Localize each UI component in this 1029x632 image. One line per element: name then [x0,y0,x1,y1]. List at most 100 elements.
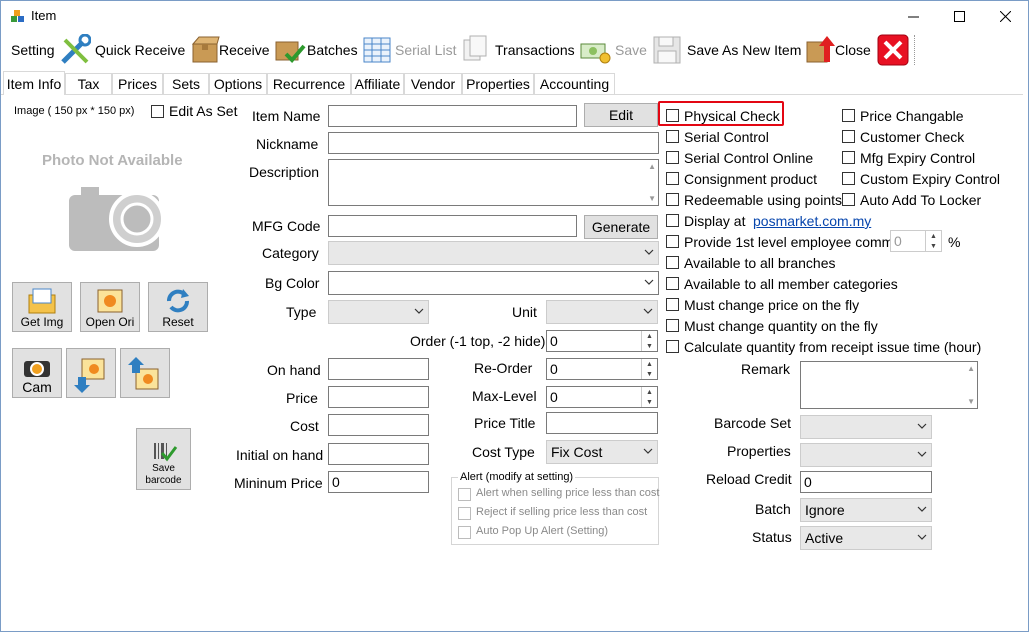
tab-vendor[interactable]: Vendor [404,73,462,94]
provide-commission-checkbox[interactable] [666,235,679,248]
barcode-set-select[interactable] [800,415,932,439]
scroll-down-icon[interactable]: ▼ [648,194,656,203]
save-new-icon [806,36,836,63]
auto-add-locker-checkbox[interactable] [842,193,855,206]
item-name-label: Item Name [252,108,321,124]
reload-credit-input[interactable]: 0 [800,471,932,493]
initial-on-hand-input[interactable] [328,443,429,465]
edit-button[interactable]: Edit [584,103,658,127]
consignment-product-label: Consignment product [684,171,818,187]
on-hand-input[interactable] [328,358,429,380]
close-window-button[interactable] [982,2,1028,31]
remark-textarea[interactable]: ▲ ▼ [800,361,978,409]
tab-item-info[interactable]: Item Info [3,71,65,95]
calculate-quantity-checkbox[interactable] [666,340,679,353]
chevron-down-icon [917,423,927,429]
unit-select[interactable] [546,300,658,324]
setting-button[interactable]: Setting [11,31,91,69]
save-as-new-item-button[interactable]: Save As New Item [687,31,837,69]
nickname-input[interactable] [328,132,659,154]
reset-button[interactable]: Reset [148,282,208,332]
quick-receive-button[interactable]: Quick Receive [95,31,221,69]
cost-type-select[interactable]: Fix Cost [546,440,658,464]
serial-control-online-checkbox[interactable] [666,151,679,164]
spin-down-icon[interactable]: ▼ [641,397,657,407]
order-spinner[interactable]: 0 ▲ ▼ [546,330,658,352]
tab-tax[interactable]: Tax [65,73,112,94]
custom-expiry-control-checkbox[interactable] [842,172,855,185]
available-member-checkbox[interactable] [666,277,679,290]
close-button[interactable]: Close [835,31,909,69]
tab-accounting[interactable]: Accounting [534,73,615,94]
display-at-checkbox[interactable] [666,214,679,227]
tab-options[interactable]: Options [209,73,267,94]
description-textarea[interactable]: ▲ ▼ [328,159,659,206]
item-name-input[interactable] [328,105,577,127]
display-at-link[interactable]: posmarket.com.my [753,213,871,229]
spin-down-icon[interactable]: ▼ [641,369,657,379]
maximize-button[interactable] [936,2,982,31]
type-select[interactable] [328,300,429,324]
physical-check-checkbox[interactable] [666,109,679,122]
tab-strip: Item Info Tax Prices Sets Options Recurr… [1,71,1028,95]
batches-button[interactable]: Batches [307,31,394,69]
bg-color-select[interactable] [328,271,659,295]
tab-prices[interactable]: Prices [112,73,163,94]
minimum-price-input[interactable]: 0 [328,471,429,493]
max-level-value: 0 [550,389,558,405]
scroll-down-icon[interactable]: ▼ [967,397,975,406]
serial-list-button[interactable]: Serial List [395,31,492,69]
spin-down-icon[interactable]: ▼ [641,341,657,351]
spin-up-icon[interactable]: ▲ [641,359,657,369]
auto-popup-alert-checkbox[interactable] [458,526,471,539]
mfg-expiry-control-checkbox[interactable] [842,151,855,164]
tab-affiliate[interactable]: Affiliate [351,73,404,94]
consignment-product-checkbox[interactable] [666,172,679,185]
cost-input[interactable] [328,414,429,436]
batch-select[interactable]: Ignore [800,498,932,522]
cost-type-value: Fix Cost [551,444,603,460]
redeemable-points-checkbox[interactable] [666,193,679,206]
cam-button[interactable]: Cam [12,348,62,398]
close-icon [999,11,1011,22]
price-changable-checkbox[interactable] [842,109,855,122]
alert-less-than-cost-checkbox[interactable] [458,488,471,501]
generate-button[interactable]: Generate [584,215,658,239]
max-level-spinner[interactable]: 0 ▲ ▼ [546,386,658,408]
open-ori-button[interactable]: Open Ori [80,282,140,332]
tab-recurrence[interactable]: Recurrence [267,73,351,94]
spin-up-icon[interactable]: ▲ [925,231,941,241]
get-img-button[interactable]: Get Img [12,282,72,332]
must-change-price-checkbox[interactable] [666,298,679,311]
scroll-up-icon[interactable]: ▲ [648,162,656,171]
price-input[interactable] [328,386,429,408]
spin-up-icon[interactable]: ▲ [641,387,657,397]
serial-control-checkbox[interactable] [666,130,679,143]
tab-properties[interactable]: Properties [462,73,534,94]
transactions-button[interactable]: Transactions [495,31,611,69]
image-up-button[interactable] [120,348,170,398]
spin-down-icon[interactable]: ▼ [925,241,941,251]
customer-check-checkbox[interactable] [842,130,855,143]
spin-up-icon[interactable]: ▲ [641,331,657,341]
save-button[interactable]: Save [615,31,683,69]
available-branches-checkbox[interactable] [666,256,679,269]
scroll-up-icon[interactable]: ▲ [967,364,975,373]
receive-button[interactable]: Receive [219,31,306,69]
save-barcode-button[interactable]: Save barcode [136,428,191,490]
mfg-code-input[interactable] [328,215,577,237]
receive-label: Receive [219,42,270,58]
price-title-input[interactable] [546,412,658,434]
edit-as-set-checkbox[interactable] [151,105,164,118]
image-down-button[interactable] [66,348,116,398]
must-change-quantity-label: Must change quantity on the fly [684,318,878,334]
must-change-quantity-checkbox[interactable] [666,319,679,332]
category-select[interactable] [328,241,659,265]
minimize-button[interactable] [890,2,936,31]
tab-sets[interactable]: Sets [163,73,209,94]
commission-spinner[interactable]: 0 ▲ ▼ [890,230,942,252]
status-select[interactable]: Active [800,526,932,550]
re-order-spinner[interactable]: 0 ▲ ▼ [546,358,658,380]
reject-less-than-cost-checkbox[interactable] [458,507,471,520]
properties-select[interactable] [800,443,932,467]
